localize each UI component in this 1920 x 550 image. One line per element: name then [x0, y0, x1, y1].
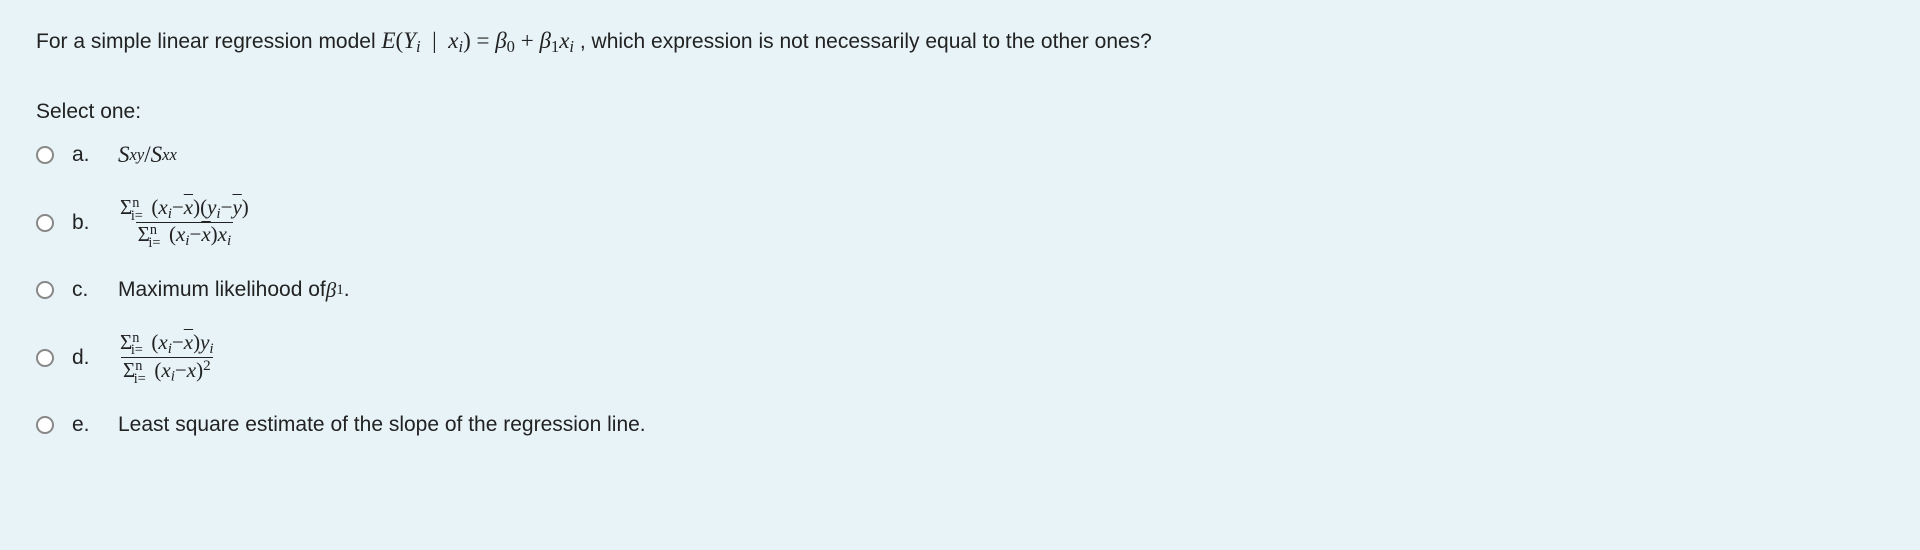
option-b-content: Σni=(xi−x)(yi−y)Σni=(xi−x)xi: [118, 196, 251, 250]
option-e[interactable]: e. Least square estimate of the slope of…: [36, 413, 1884, 437]
option-a-content: Sxy/Sxx: [118, 142, 177, 168]
radio-c[interactable]: [36, 281, 54, 299]
option-d-content: Σni=(xi−x)yiΣni=(xi−x)2: [118, 331, 216, 386]
radio-b[interactable]: [36, 214, 54, 232]
question-formula: E(Yi | xi) = β0 + β1xi: [381, 28, 574, 53]
option-a-letter: a.: [72, 143, 100, 167]
question-prefix: For a simple linear regression model: [36, 30, 381, 53]
option-d-letter: d.: [72, 346, 100, 370]
option-c-letter: c.: [72, 278, 100, 302]
question-suffix: , which expression is not necessarily eq…: [580, 30, 1152, 53]
option-e-letter: e.: [72, 413, 100, 437]
option-c[interactable]: c. Maximum likelihood of β1 .: [36, 278, 1884, 303]
question-container: For a simple linear regression model E(Y…: [0, 0, 1920, 461]
radio-e[interactable]: [36, 416, 54, 434]
radio-d[interactable]: [36, 349, 54, 367]
options-group: a. Sxy/Sxx b. Σni=(xi−x)(yi−y)Σni=(xi−x)…: [36, 142, 1884, 437]
option-b-letter: b.: [72, 211, 100, 235]
radio-a[interactable]: [36, 146, 54, 164]
select-one-label: Select one:: [36, 100, 1884, 124]
option-b[interactable]: b. Σni=(xi−x)(yi−y)Σni=(xi−x)xi: [36, 196, 1884, 250]
option-a[interactable]: a. Sxy/Sxx: [36, 142, 1884, 168]
option-e-content: Least square estimate of the slope of th…: [118, 413, 646, 437]
question-text: For a simple linear regression model E(Y…: [36, 24, 1884, 60]
option-d[interactable]: d. Σni=(xi−x)yiΣni=(xi−x)2: [36, 331, 1884, 386]
option-c-content: Maximum likelihood of β1 .: [118, 278, 350, 303]
